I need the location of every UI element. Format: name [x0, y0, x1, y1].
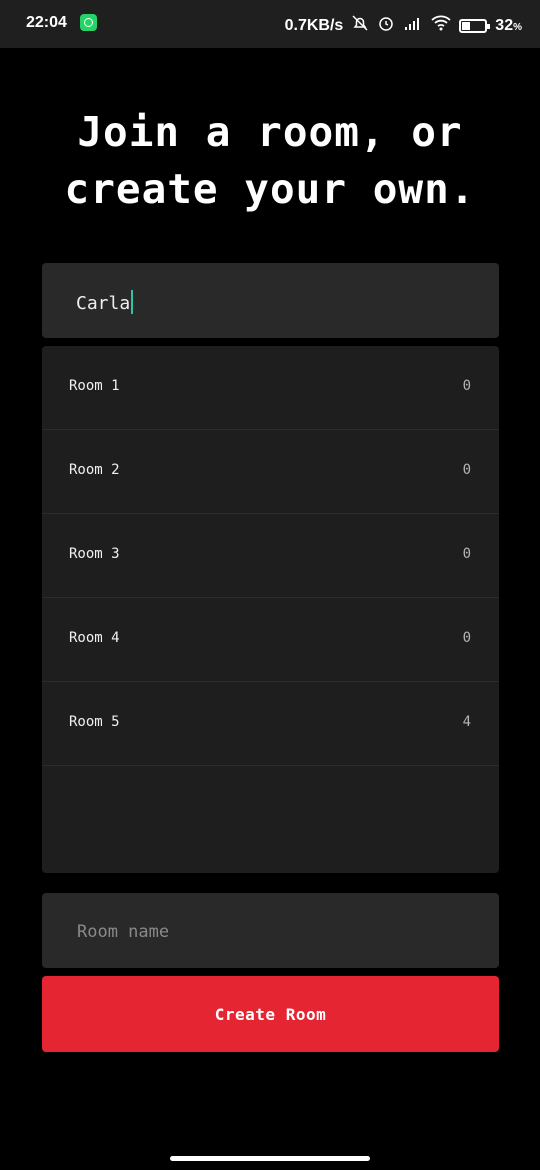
text-caret: [131, 290, 134, 314]
room-member-count: 0: [462, 462, 471, 478]
username-input[interactable]: Carla: [42, 263, 499, 338]
net-speed: 0.7KB/s: [284, 16, 344, 34]
room-name: Room 5: [69, 714, 120, 730]
status-bar: 22:04 0.7KB/s 32%: [0, 0, 540, 48]
battery-icon: [459, 18, 491, 33]
alarm-icon: [377, 14, 395, 37]
room-member-count: 0: [462, 630, 471, 646]
wifi-icon: [431, 15, 451, 36]
room-row[interactable]: Room 5 4: [42, 682, 499, 766]
page-title: Join a room, or create your own.: [64, 108, 476, 213]
signal-icon: [403, 15, 423, 36]
home-indicator[interactable]: [170, 1156, 370, 1161]
room-name: Room 2: [69, 462, 120, 478]
room-row[interactable]: Room 4 0: [42, 598, 499, 682]
create-room-button[interactable]: Create Room: [42, 976, 499, 1052]
room-name: Room 3: [69, 546, 120, 562]
room-member-count: 4: [462, 714, 471, 730]
room-name: Room 1: [69, 378, 120, 394]
status-right: 0.7KB/s 32%: [285, 14, 522, 37]
room-row[interactable]: Room 2 0: [42, 430, 499, 514]
room-row[interactable]: Room 1 0: [42, 346, 499, 430]
whatsapp-icon: [80, 14, 97, 31]
username-value: Carla: [76, 290, 134, 314]
battery-percent: 32%: [495, 16, 522, 34]
room-member-count: 0: [462, 546, 471, 562]
room-name-placeholder: Room name: [77, 922, 170, 942]
status-time: 22:04: [26, 14, 67, 31]
room-member-count: 0: [462, 378, 471, 394]
room-name: Room 4: [69, 630, 120, 646]
bell-off-icon: [351, 14, 369, 37]
room-row[interactable]: Room 3 0: [42, 514, 499, 598]
room-name-input[interactable]: Room name: [42, 893, 499, 968]
room-list[interactable]: Room 1 0 Room 2 0 Room 3 0 Room 4 0 Room 5 4: [42, 346, 499, 873]
